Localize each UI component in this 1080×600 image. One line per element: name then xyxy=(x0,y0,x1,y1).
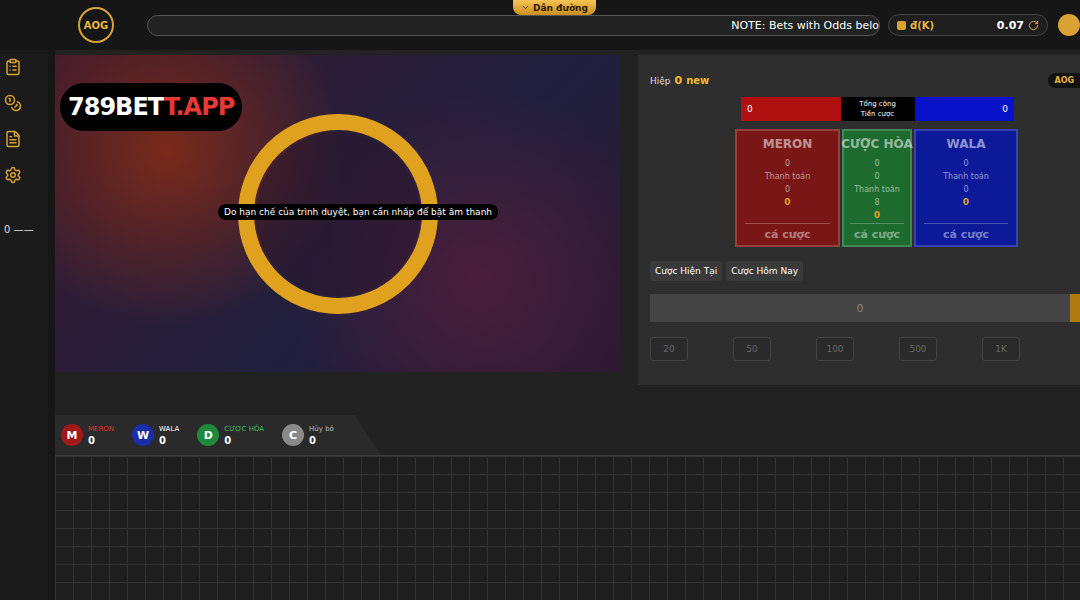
bet-button[interactable]: cá cược xyxy=(943,228,989,241)
gear-icon[interactable] xyxy=(4,166,22,184)
bet-card[interactable]: CƯỢC HÒA00Thanh toán80cá cược xyxy=(842,129,912,247)
legend-item: MMERON0 xyxy=(61,423,114,447)
avatar-icon[interactable] xyxy=(1058,14,1080,36)
tab[interactable]: Cược Hiện Tại xyxy=(650,261,722,281)
sidebar: 0 —— xyxy=(0,50,48,600)
video-player[interactable]: 789BETT.APP Do hạn chế của trình duyệt, b… xyxy=(55,55,620,372)
tab-row: Cược Hiện TạiCược Hôm Nay xyxy=(650,261,1080,281)
notice-marquee: NOTE: Bets with Odds belo xyxy=(147,15,880,36)
currency-label: đ(K) xyxy=(910,20,993,31)
chip-button[interactable]: 100 xyxy=(816,337,854,361)
chip-button[interactable]: 500 xyxy=(899,337,937,361)
totals-label: Tổng cộngTiền cược xyxy=(841,97,915,121)
legend-item: CHủy bỏ0 xyxy=(282,423,334,447)
currency-icon xyxy=(897,21,906,30)
bet-button[interactable]: cá cược xyxy=(764,228,810,241)
body: 0 —— 789BETT.APP Do hạn chế của trình duyệ… xyxy=(0,50,1080,600)
chip-row: 20 50 100 500 1K xyxy=(650,337,1080,361)
aog-logo[interactable]: AOG xyxy=(78,7,114,43)
result-board xyxy=(55,455,1080,600)
chip-button[interactable]: 20 xyxy=(650,337,688,361)
total-wala: 0 xyxy=(915,97,1015,121)
tab[interactable]: Cược Hôm Nay xyxy=(726,261,803,281)
betting-page: Dẫn đường AOG NOTE: Bets with Odds belo đ(K… xyxy=(0,0,1080,600)
totals-bar: 0Tổng cộngTiền cược0 xyxy=(741,97,1014,121)
sound-notice[interactable]: Do hạn chế của trình duyệt, bạn cần nhấp… xyxy=(218,204,498,220)
coins-icon[interactable] xyxy=(4,94,22,112)
round-row: Hiệp0newAOG xyxy=(650,71,1080,89)
main-area: 789BETT.APP Do hạn chế của trình duyệt, b… xyxy=(55,50,1080,600)
total-meron: 0 xyxy=(741,97,841,121)
bet-panel: Hiệp0newAOG0Tổng cộngTiền cược0MERON0Tha… xyxy=(638,55,1080,385)
chevron-down-icon xyxy=(521,3,530,12)
bet-card[interactable]: MERON0Thanh toán00cá cược xyxy=(735,129,840,247)
chip-button[interactable]: 1K xyxy=(982,337,1020,361)
balance-value: 0.07 xyxy=(997,19,1024,32)
top-row: 789BETT.APP Do hạn chế của trình duyệt, b… xyxy=(55,55,1080,385)
result-legend: MMERON0 WWALA0 DCƯỢC HÒA0 CHủy bỏ0 xyxy=(55,415,381,455)
balance-pill: đ(K) 0.07 xyxy=(888,14,1048,36)
legend-item: DCƯỢC HÒA0 xyxy=(197,423,264,447)
clipboard-icon[interactable] xyxy=(4,58,22,76)
refresh-icon[interactable] xyxy=(1028,20,1039,31)
chip-button[interactable]: 50 xyxy=(733,337,771,361)
bet-button[interactable]: cá cược xyxy=(854,228,900,241)
amount-field[interactable]: 0 xyxy=(650,294,1080,322)
legend-item: WWALA0 xyxy=(132,423,179,447)
document-icon[interactable] xyxy=(4,130,22,148)
guide-tab[interactable]: Dẫn đường xyxy=(513,0,596,15)
sidebar-reading: 0 —— xyxy=(4,224,48,235)
provider-badge: AOG xyxy=(1048,73,1080,88)
bet-card[interactable]: WALA0Thanh toán00cá cược xyxy=(914,129,1018,247)
bet-block: 0Tổng cộngTiền cược0 MERON0Thanh toán00cá… xyxy=(735,97,1020,247)
watermark: 789BETT.APP xyxy=(60,83,242,131)
bet-cards: MERON0Thanh toán00cá cượcCƯỢC HÒA00Thanh… xyxy=(735,129,1020,247)
